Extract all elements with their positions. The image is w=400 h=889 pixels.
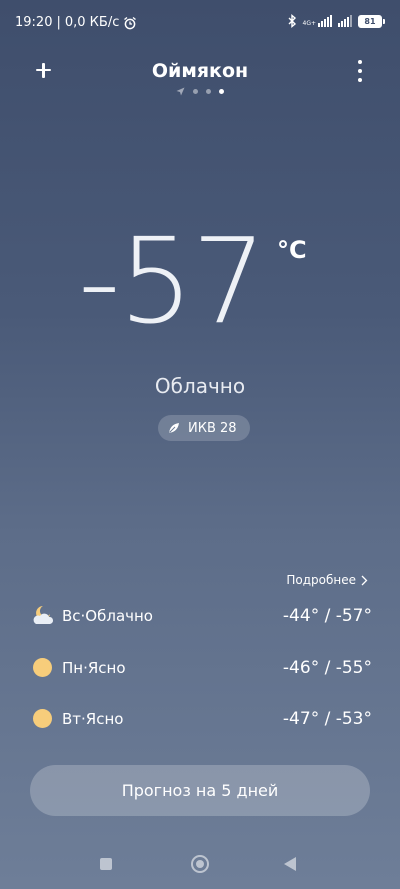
forecast-row[interactable]: Вс·Облачно -44° / -57° — [30, 601, 372, 631]
moon-cloud-icon — [30, 603, 56, 629]
page-dot — [206, 89, 211, 94]
home-button[interactable] — [191, 855, 209, 873]
signal-icon — [318, 15, 332, 27]
forecast-row[interactable]: Вт·Ясно -47° / -53° — [30, 704, 372, 734]
sun-icon — [30, 655, 56, 681]
page-dot — [193, 89, 198, 94]
network-indicator: 4G+ — [302, 15, 332, 27]
current-condition: Облачно — [154, 374, 246, 398]
status-right: 4G+ 81 — [287, 14, 385, 28]
menu-dot-icon — [358, 78, 362, 82]
forecast-day-label: Пн·Ясно — [62, 659, 126, 677]
menu-dot-icon — [358, 69, 362, 73]
forecast-row[interactable]: Пн·Ясно -46° / -55° — [30, 653, 372, 683]
more-menu-button[interactable] — [352, 60, 368, 82]
details-label: Подробнее — [286, 573, 356, 587]
page-indicator — [0, 87, 400, 96]
network-type: 4G+ — [302, 20, 317, 27]
city-title: Оймякон — [151, 60, 249, 82]
recents-button[interactable] — [100, 858, 112, 870]
battery-level: 81 — [359, 15, 381, 27]
forecast-day-label: Вс·Облачно — [62, 607, 153, 625]
system-nav-bar — [0, 850, 400, 880]
status-bar: 19:20 | 0,0 КБ/с 4G+ 81 — [0, 0, 400, 46]
chevron-right-icon — [361, 575, 368, 585]
sun-icon — [30, 706, 56, 732]
bluetooth-icon — [288, 14, 296, 28]
battery-icon: 81 — [358, 14, 385, 28]
top-bar: Оймякон — [0, 52, 400, 92]
aqi-label: ИКВ 28 — [188, 420, 237, 436]
leaf-icon — [169, 423, 179, 433]
status-speed: 0,0 КБ/с — [64, 15, 120, 30]
status-separator: | — [56, 15, 61, 30]
forecast-day-label: Вт·Ясно — [62, 710, 124, 728]
menu-dot-icon — [358, 60, 362, 64]
back-button[interactable] — [284, 857, 296, 871]
alarm-icon — [124, 16, 137, 29]
forecast-temps: -44° / -57° — [282, 606, 372, 626]
aqi-badge[interactable]: ИКВ 28 — [158, 415, 250, 441]
location-arrow-icon — [176, 87, 185, 96]
status-time: 19:20 — [15, 15, 53, 30]
five-day-forecast-button[interactable]: Прогноз на 5 дней — [30, 765, 370, 816]
details-link[interactable]: Подробнее — [286, 573, 368, 587]
forecast-temps: -47° / -53° — [282, 709, 372, 729]
status-left: 19:20 | 0,0 КБ/с — [15, 15, 137, 30]
signal-icon-2 — [338, 15, 352, 27]
current-temperature: -57 — [78, 212, 267, 350]
temperature-unit: °C — [277, 236, 307, 264]
forecast-temps: -46° / -55° — [282, 658, 372, 678]
page-dot-active — [219, 89, 224, 94]
